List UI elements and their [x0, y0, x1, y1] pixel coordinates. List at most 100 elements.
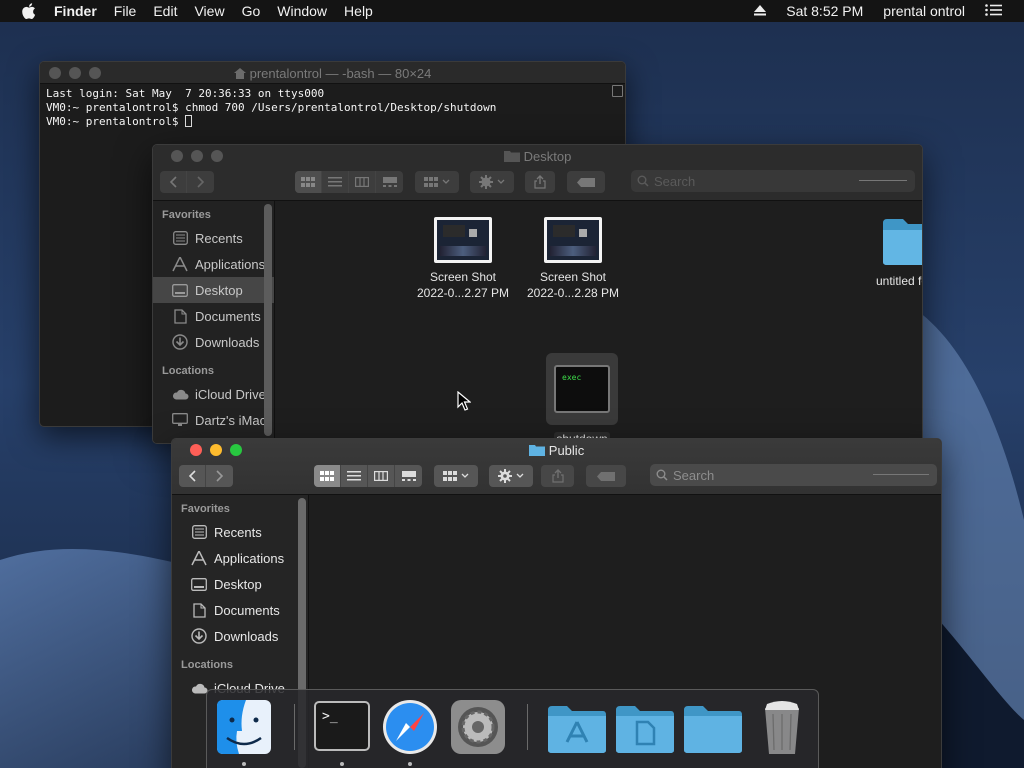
sidebar-item-icloud-drive[interactable]: iCloud Drive — [153, 381, 274, 407]
home-icon — [233, 68, 246, 79]
share-button[interactable] — [525, 171, 555, 193]
sidebar-item-label: Dartz's iMac — [195, 412, 267, 428]
terminal-icon[interactable]: >_ — [313, 698, 371, 756]
sidebar-item-label: Desktop — [214, 576, 262, 592]
sidebar-item-documents[interactable]: Documents — [172, 597, 308, 623]
exec-label: exec — [562, 373, 582, 382]
back-button[interactable] — [179, 465, 206, 487]
action-gear-button[interactable] — [489, 465, 533, 487]
downloads-folder-icon[interactable] — [683, 698, 742, 756]
finder-toolbar[interactable]: Desktop Search — [153, 145, 922, 201]
list-view-button[interactable] — [322, 171, 349, 193]
search-field[interactable]: Search — [631, 170, 915, 192]
menu-clock[interactable]: Sat 8:52 PM — [786, 3, 863, 19]
search-placeholder: Search — [673, 467, 715, 483]
system-preferences-icon[interactable] — [449, 698, 507, 756]
folder-icon — [881, 215, 922, 267]
group-button[interactable] — [415, 171, 459, 193]
finder-content-area[interactable]: Screen Shot 2022-0...2.27 PM Screen Shot… — [275, 201, 922, 443]
desktop-icon — [190, 576, 208, 592]
menu-user[interactable]: prental ontrol — [883, 3, 965, 19]
terminal-prompt-line: VM0:~ prentalontrol$ — [46, 115, 619, 129]
sidebar-item-downloads[interactable]: Downloads — [172, 623, 308, 649]
finder-icon[interactable] — [215, 698, 273, 756]
gallery-view-button[interactable] — [395, 465, 422, 487]
share-button[interactable] — [541, 465, 574, 487]
window-title: Public — [172, 443, 941, 458]
search-divider — [873, 474, 929, 475]
terminal-title-text: prentalontrol — -bash — 80×24 — [249, 66, 432, 81]
finder-window-desktop[interactable]: Desktop Search Favorites Recents Applica… — [152, 144, 923, 444]
terminal-output[interactable]: Last login: Sat May 7 20:36:33 on ttys00… — [40, 84, 625, 132]
sidebar-item-label: Downloads — [195, 334, 260, 350]
back-button[interactable] — [160, 171, 187, 193]
trash-icon[interactable] — [753, 698, 811, 756]
sidebar-item-applications[interactable]: Applications — [172, 545, 308, 571]
list-icon[interactable] — [985, 3, 1002, 19]
executable-icon: exec — [546, 353, 618, 425]
sidebar-item-label: Applications — [195, 256, 266, 272]
tag-button[interactable] — [567, 171, 605, 193]
applications-folder-icon[interactable] — [547, 698, 606, 756]
folder-icon — [528, 445, 545, 456]
column-view-button[interactable] — [349, 171, 376, 193]
downloads-icon — [190, 628, 208, 644]
action-gear-button[interactable] — [470, 171, 514, 193]
tag-button[interactable] — [586, 465, 626, 487]
running-indicator — [340, 762, 344, 766]
terminal-prompt-glyph: >_ — [322, 709, 338, 724]
forward-button[interactable] — [206, 465, 233, 487]
sidebar-item-recents[interactable]: Recents — [172, 519, 308, 545]
sidebar-item-label: Documents — [195, 308, 261, 324]
terminal-titlebar[interactable]: prentalontrol — -bash — 80×24 — [40, 62, 625, 84]
forward-button[interactable] — [187, 171, 214, 193]
menu-bar: Finder File Edit View Go Window Help Sat… — [0, 0, 1024, 22]
sidebar-item-desktop[interactable]: Desktop — [172, 571, 308, 597]
folder-untitled[interactable]: untitled folder — [857, 215, 922, 289]
icon-view-button[interactable] — [295, 171, 322, 193]
sidebar-header-locations: Locations — [181, 659, 233, 671]
terminal-line: VM0:~ prentalontrol$ — [46, 115, 186, 128]
mouse-pointer-icon — [457, 391, 471, 411]
dock-separator — [527, 704, 528, 750]
sidebar-item-recents[interactable]: Recents — [153, 225, 274, 251]
finder-toolbar[interactable]: Public Search — [172, 439, 941, 495]
search-divider — [859, 180, 907, 181]
view-mode-buttons — [295, 171, 403, 193]
window-title-text: Desktop — [523, 149, 572, 164]
window-title-text: Public — [548, 443, 585, 458]
finder-sidebar: Favorites Recents Applications Desktop D… — [153, 201, 275, 443]
sidebar-item-desktop[interactable]: Desktop — [153, 277, 274, 303]
sidebar-item-applications[interactable]: Applications — [153, 251, 274, 277]
file-shutdown[interactable]: exec shutdown — [544, 353, 620, 443]
terminal-line: Last login: Sat May 7 20:36:33 on ttys00… — [46, 87, 325, 100]
file-screenshot-2[interactable]: Screen Shot 2022-0...2.28 PM — [523, 217, 623, 301]
menu-help[interactable]: Help — [344, 3, 373, 19]
menu-file[interactable]: File — [114, 3, 137, 19]
search-field[interactable]: Search — [650, 464, 937, 486]
sidebar-item-documents[interactable]: Documents — [153, 303, 274, 329]
group-button[interactable] — [434, 465, 478, 487]
menu-go[interactable]: Go — [242, 3, 261, 19]
file-screenshot-1[interactable]: Screen Shot 2022-0...2.27 PM — [413, 217, 513, 301]
menu-view[interactable]: View — [194, 3, 224, 19]
file-name-line2: 2022-0...2.27 PM — [416, 286, 510, 300]
menu-window[interactable]: Window — [277, 3, 327, 19]
sidebar-header-favorites: Favorites — [162, 209, 211, 221]
sidebar-scrollbar[interactable] — [264, 204, 272, 436]
column-view-button[interactable] — [368, 465, 395, 487]
sidebar-item-downloads[interactable]: Downloads — [153, 329, 274, 355]
gallery-view-button[interactable] — [376, 171, 403, 193]
list-view-button[interactable] — [341, 465, 368, 487]
eject-icon[interactable] — [754, 3, 767, 19]
icon-view-button[interactable] — [314, 465, 341, 487]
documents-folder-icon[interactable] — [615, 698, 674, 756]
apple-icon[interactable] — [18, 0, 40, 22]
menu-edit[interactable]: Edit — [153, 3, 177, 19]
screenshot-thumbnail-icon — [434, 217, 492, 263]
sidebar-item-imac[interactable]: Dartz's iMac — [153, 407, 274, 433]
safari-icon[interactable] — [381, 698, 439, 756]
sidebar-item-label: Applications — [214, 550, 285, 566]
menu-app-name[interactable]: Finder — [54, 3, 97, 19]
terminal-scroll-marker[interactable] — [612, 85, 623, 97]
